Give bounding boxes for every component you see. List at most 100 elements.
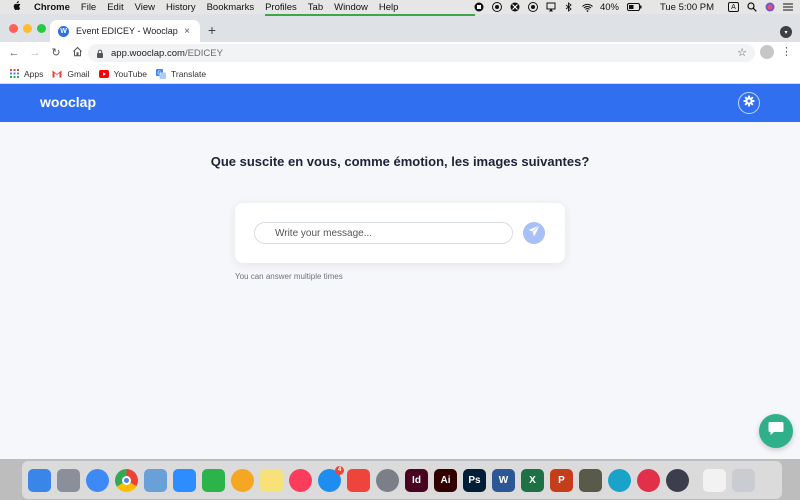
tab-active[interactable]: W Event EDICEY - Wooclap × <box>50 20 200 42</box>
bookmark-star-icon[interactable]: ☆ <box>737 46 747 59</box>
menu-file[interactable]: File <box>81 2 96 13</box>
game-icon[interactable] <box>579 468 602 492</box>
url-path: /EDICEY <box>184 47 223 59</box>
menu-app-name[interactable]: Chrome <box>34 2 70 13</box>
document-icon[interactable] <box>703 468 726 492</box>
tab-search-icon[interactable]: ▾ <box>780 26 792 38</box>
menu-history[interactable]: History <box>166 2 196 13</box>
vpn-icon[interactable] <box>510 2 521 12</box>
menu-window[interactable]: Window <box>334 2 368 13</box>
zoom-icon[interactable] <box>173 468 196 492</box>
word-label: W <box>498 474 509 486</box>
home-icon[interactable] <box>70 46 84 60</box>
menu-tab[interactable]: Tab <box>308 2 323 13</box>
powerpoint-icon[interactable]: P <box>550 468 573 492</box>
chrome-menu-icon[interactable]: ⋮ <box>781 45 792 59</box>
bluetooth-icon[interactable] <box>564 2 575 12</box>
bookmarks-bar: Apps Gmail YouTube G Translate <box>0 64 800 84</box>
zoom-window-button[interactable] <box>37 24 46 33</box>
macos-dock: 4 Id Ai Ps W X P <box>22 461 782 499</box>
bookmark-translate[interactable]: G Translate <box>155 68 206 79</box>
menu-edit[interactable]: Edit <box>107 2 123 13</box>
chat-bubble-icon <box>768 421 784 441</box>
answer-card <box>235 203 565 263</box>
apple-logo-icon[interactable] <box>10 0 22 14</box>
svg-text:G: G <box>157 70 161 76</box>
lock-icon[interactable] <box>95 49 104 58</box>
airplay-icon[interactable] <box>546 2 557 12</box>
battery-icon[interactable] <box>627 2 643 12</box>
excel-icon[interactable]: X <box>521 468 544 492</box>
wifi-icon[interactable] <box>582 2 593 12</box>
tab-close-icon[interactable]: × <box>182 26 192 37</box>
preview-icon[interactable] <box>144 468 167 492</box>
multiple-answers-hint: You can answer multiple times <box>235 272 343 281</box>
close-window-button[interactable] <box>9 24 18 33</box>
spotlight-search-icon[interactable] <box>746 2 757 12</box>
chat-button[interactable] <box>759 414 793 448</box>
photos-icon[interactable] <box>231 468 254 492</box>
bookmark-youtube-label: YouTube <box>113 68 147 79</box>
record-icon[interactable] <box>492 2 503 12</box>
eye-icon[interactable] <box>528 2 539 12</box>
accessibility-icon[interactable] <box>608 468 631 492</box>
bookmark-apps[interactable]: Apps <box>9 69 43 79</box>
chrome-toolbar: ← → ↻ app.wooclap.com/EDICEY ☆ <box>0 42 800 64</box>
menu-profiles[interactable]: Profiles <box>265 2 297 13</box>
send-button[interactable] <box>523 222 545 244</box>
illustrator-icon[interactable]: Ai <box>434 468 457 492</box>
notes-icon[interactable] <box>260 468 283 492</box>
launchpad-icon[interactable] <box>57 468 80 492</box>
music-icon[interactable] <box>289 468 312 492</box>
menu-bookmarks[interactable]: Bookmarks <box>207 2 255 13</box>
chrome-tab-strip: W Event EDICEY - Wooclap × + ▾ <box>0 14 800 42</box>
input-source-icon[interactable]: A <box>728 2 739 12</box>
indesign-label: Id <box>412 474 421 486</box>
youtube-icon <box>98 69 109 78</box>
forward-arrow-icon[interactable]: → <box>28 46 42 60</box>
wooclap-logo[interactable]: wooclap <box>40 94 96 110</box>
reload-icon[interactable]: ↻ <box>49 46 63 60</box>
minimize-window-button[interactable] <box>23 24 32 33</box>
gmail-icon <box>52 69 63 78</box>
photoshop-icon[interactable]: Ps <box>463 468 486 492</box>
indesign-icon[interactable]: Id <box>405 468 428 492</box>
page-load-progress <box>265 14 475 16</box>
safari-icon[interactable] <box>86 468 109 492</box>
wooclap-page: wooclap Que suscite en vous, comme émoti… <box>0 84 800 459</box>
url-host: app.wooclap.com <box>111 47 185 59</box>
address-bar[interactable]: app.wooclap.com/EDICEY ☆ <box>88 44 755 62</box>
control-center-icon[interactable] <box>782 2 793 12</box>
bookmark-youtube[interactable]: YouTube <box>98 68 147 79</box>
url-text[interactable]: app.wooclap.com/EDICEY <box>111 48 223 59</box>
excel-label: X <box>529 474 536 486</box>
wooclap-header: wooclap <box>0 84 800 122</box>
chrome-icon[interactable] <box>115 468 138 492</box>
menubar-clock[interactable]: Tue 5:00 PM <box>660 2 714 13</box>
illustrator-label: Ai <box>440 474 451 486</box>
quicktime-icon[interactable] <box>666 468 689 492</box>
stop-icon[interactable] <box>474 2 485 12</box>
creative-cloud-icon[interactable] <box>637 468 660 492</box>
menu-help[interactable]: Help <box>379 2 399 13</box>
message-input[interactable] <box>254 222 513 244</box>
system-preferences-icon[interactable] <box>376 468 399 492</box>
menu-view[interactable]: View <box>135 2 155 13</box>
word-icon[interactable]: W <box>492 468 515 492</box>
app-store-icon[interactable]: 4 <box>318 465 344 492</box>
finder-icon[interactable] <box>28 468 51 492</box>
apps-grid-icon <box>9 69 19 78</box>
trash-icon[interactable] <box>732 468 755 492</box>
back-arrow-icon[interactable]: ← <box>7 46 21 60</box>
settings-button[interactable] <box>738 92 760 114</box>
bookmark-gmail-label: Gmail <box>67 68 90 79</box>
facetime-icon[interactable] <box>202 468 225 492</box>
wooclap-favicon-icon: W <box>58 25 69 37</box>
bookmark-gmail[interactable]: Gmail <box>52 68 90 79</box>
profile-avatar-icon[interactable] <box>760 45 774 59</box>
bookmark-apps-label: Apps <box>24 68 44 79</box>
anydesk-icon[interactable] <box>347 468 370 492</box>
siri-icon[interactable] <box>764 2 775 12</box>
new-tab-button[interactable]: + <box>205 23 219 37</box>
battery-percent: 40% <box>599 1 619 13</box>
